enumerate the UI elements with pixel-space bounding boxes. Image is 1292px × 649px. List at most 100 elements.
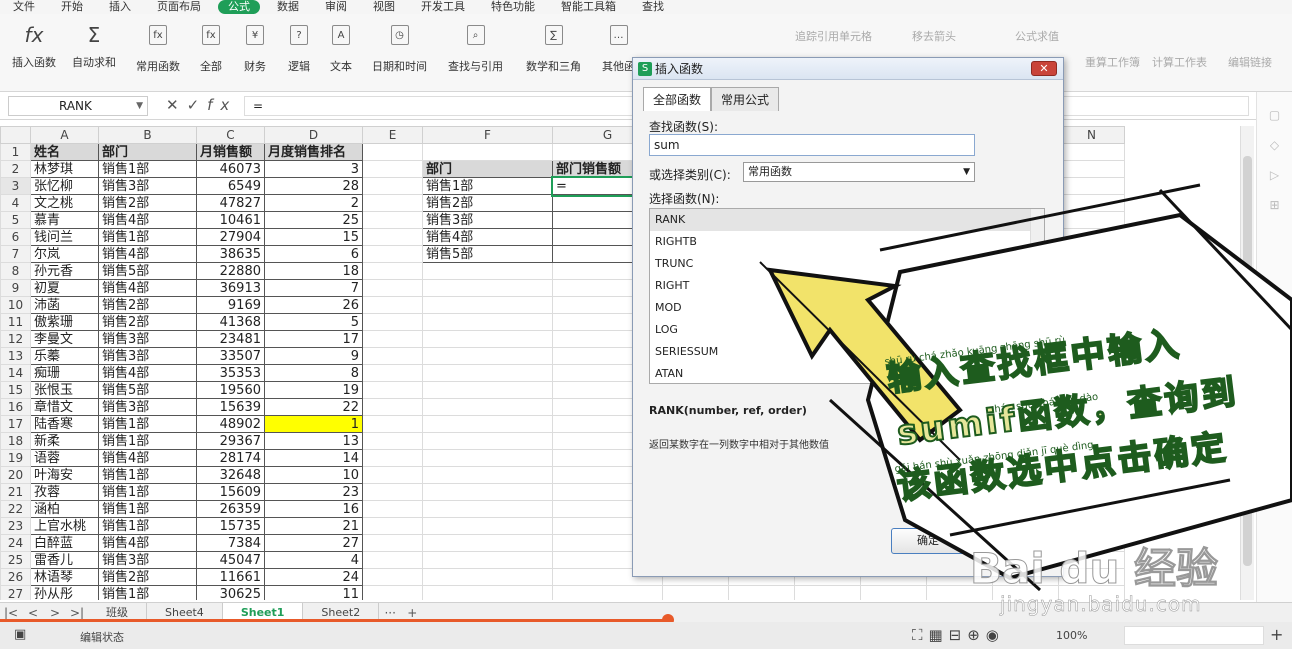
cell[interactable] [362,551,423,569]
cell[interactable]: 销售2部 [98,313,197,331]
sheet-nav-button[interactable]: < [22,606,44,620]
cell[interactable] [362,143,423,161]
row-header[interactable]: 7 [0,245,31,263]
function-list-item[interactable]: RIGHTB [650,231,1044,253]
cell[interactable]: 22880 [196,262,265,280]
cell[interactable] [422,483,553,501]
cell[interactable]: 销售1部 [98,585,197,600]
row-header[interactable]: 6 [0,228,31,246]
tab-common-formulas[interactable]: 常用公式 [711,87,780,111]
row-header[interactable]: 24 [0,534,31,552]
cell[interactable]: 14 [264,449,363,467]
cell[interactable]: 陆香寒 [30,415,99,433]
cell[interactable]: 48902 [196,415,265,433]
cell[interactable]: 销售2部 [98,296,197,314]
sheet-nav-button[interactable]: >| [66,606,88,620]
menu-item[interactable]: 特色功能 [478,0,548,14]
cell[interactable] [362,500,423,518]
cell[interactable] [1058,585,1125,600]
cell[interactable]: 11 [264,585,363,600]
cell[interactable]: 销售5部 [98,381,197,399]
ribbon-button[interactable]: ∑ 数学和三角 [526,22,581,74]
cell[interactable] [1058,551,1125,569]
row-header[interactable]: 8 [0,262,31,280]
cell[interactable]: 15735 [196,517,265,535]
row-header[interactable]: 17 [0,415,31,433]
list-scrollbar[interactable] [1030,209,1044,383]
cell[interactable]: 46073 [196,160,265,178]
cell[interactable]: 部门 [98,143,197,161]
function-list-item[interactable]: MOD [650,297,1044,319]
cell[interactable]: 23 [264,483,363,501]
row-header[interactable]: 2 [0,160,31,178]
ribbon-button[interactable]: Σ 自动求和 [72,22,116,70]
function-list-item[interactable]: RANK [650,209,1044,231]
cell[interactable]: 沛菡 [30,296,99,314]
cell[interactable]: 初夏 [30,279,99,297]
ribbon-button[interactable]: ¥ 财务 [244,22,266,74]
scroll-thumb[interactable] [1243,156,1252,566]
cell[interactable] [362,177,423,195]
cell[interactable] [1058,568,1125,586]
column-header[interactable]: B [98,126,197,144]
cell[interactable]: 尔岚 [30,245,99,263]
cell[interactable] [1058,517,1125,535]
cell[interactable] [1058,381,1125,399]
sheet-nav-button[interactable]: > [44,606,66,620]
cell[interactable] [362,585,423,600]
pane-icon[interactable]: ◇ [1257,138,1292,152]
cell[interactable]: 痴珊 [30,364,99,382]
menu-item[interactable]: 插入 [96,0,144,14]
cell[interactable]: 28 [264,177,363,195]
row-header[interactable]: 21 [0,483,31,501]
cell[interactable] [422,398,553,416]
cell[interactable] [1058,415,1125,433]
category-select[interactable]: 常用函数 ▼ [743,162,975,182]
cell[interactable] [362,194,423,212]
cell[interactable]: 销售4部 [98,534,197,552]
cell[interactable]: 27904 [196,228,265,246]
cell[interactable] [362,211,423,229]
cell[interactable] [422,534,553,552]
row-header[interactable]: 3 [0,177,31,195]
cell[interactable] [1058,177,1125,195]
cell[interactable]: 孜蓉 [30,483,99,501]
cell[interactable]: 27 [264,534,363,552]
menu-item[interactable]: 开发工具 [408,0,478,14]
sheet-nav-button[interactable]: |< [0,606,22,620]
cell[interactable] [1058,279,1125,297]
cell[interactable] [422,262,553,280]
cell[interactable]: 3 [264,160,363,178]
column-header[interactable]: C [196,126,265,144]
cell[interactable] [1058,483,1125,501]
cell[interactable]: 销售1部 [98,466,197,484]
cell[interactable] [362,432,423,450]
cell[interactable]: 销售4部 [422,228,553,246]
cell[interactable] [362,449,423,467]
menu-item[interactable]: 页面布局 [144,0,214,14]
cell[interactable]: 白醉蓝 [30,534,99,552]
cell[interactable]: 9169 [196,296,265,314]
cell[interactable] [362,398,423,416]
cell[interactable] [362,568,423,586]
function-list-item[interactable]: SERIESSUM [650,341,1044,363]
row-header[interactable]: 25 [0,551,31,569]
cell[interactable] [362,483,423,501]
cell[interactable]: 月度销售排名 [264,143,363,161]
cell[interactable] [422,500,553,518]
cell[interactable] [1058,228,1125,246]
cell[interactable] [362,347,423,365]
cell[interactable] [422,466,553,484]
row-header[interactable]: 9 [0,279,31,297]
row-header[interactable]: 15 [0,381,31,399]
cell[interactable]: 销售1部 [98,432,197,450]
menu-item[interactable]: 开始 [48,0,96,14]
menu-item[interactable]: 文件 [0,0,48,14]
cell[interactable]: 林梦琪 [30,160,99,178]
cell[interactable]: 47827 [196,194,265,212]
menu-item[interactable]: 审阅 [312,0,360,14]
tab-all-functions[interactable]: 全部函数 [643,87,712,111]
cell[interactable]: 13 [264,432,363,450]
cell[interactable] [362,381,423,399]
cell[interactable]: 销售1部 [98,160,197,178]
